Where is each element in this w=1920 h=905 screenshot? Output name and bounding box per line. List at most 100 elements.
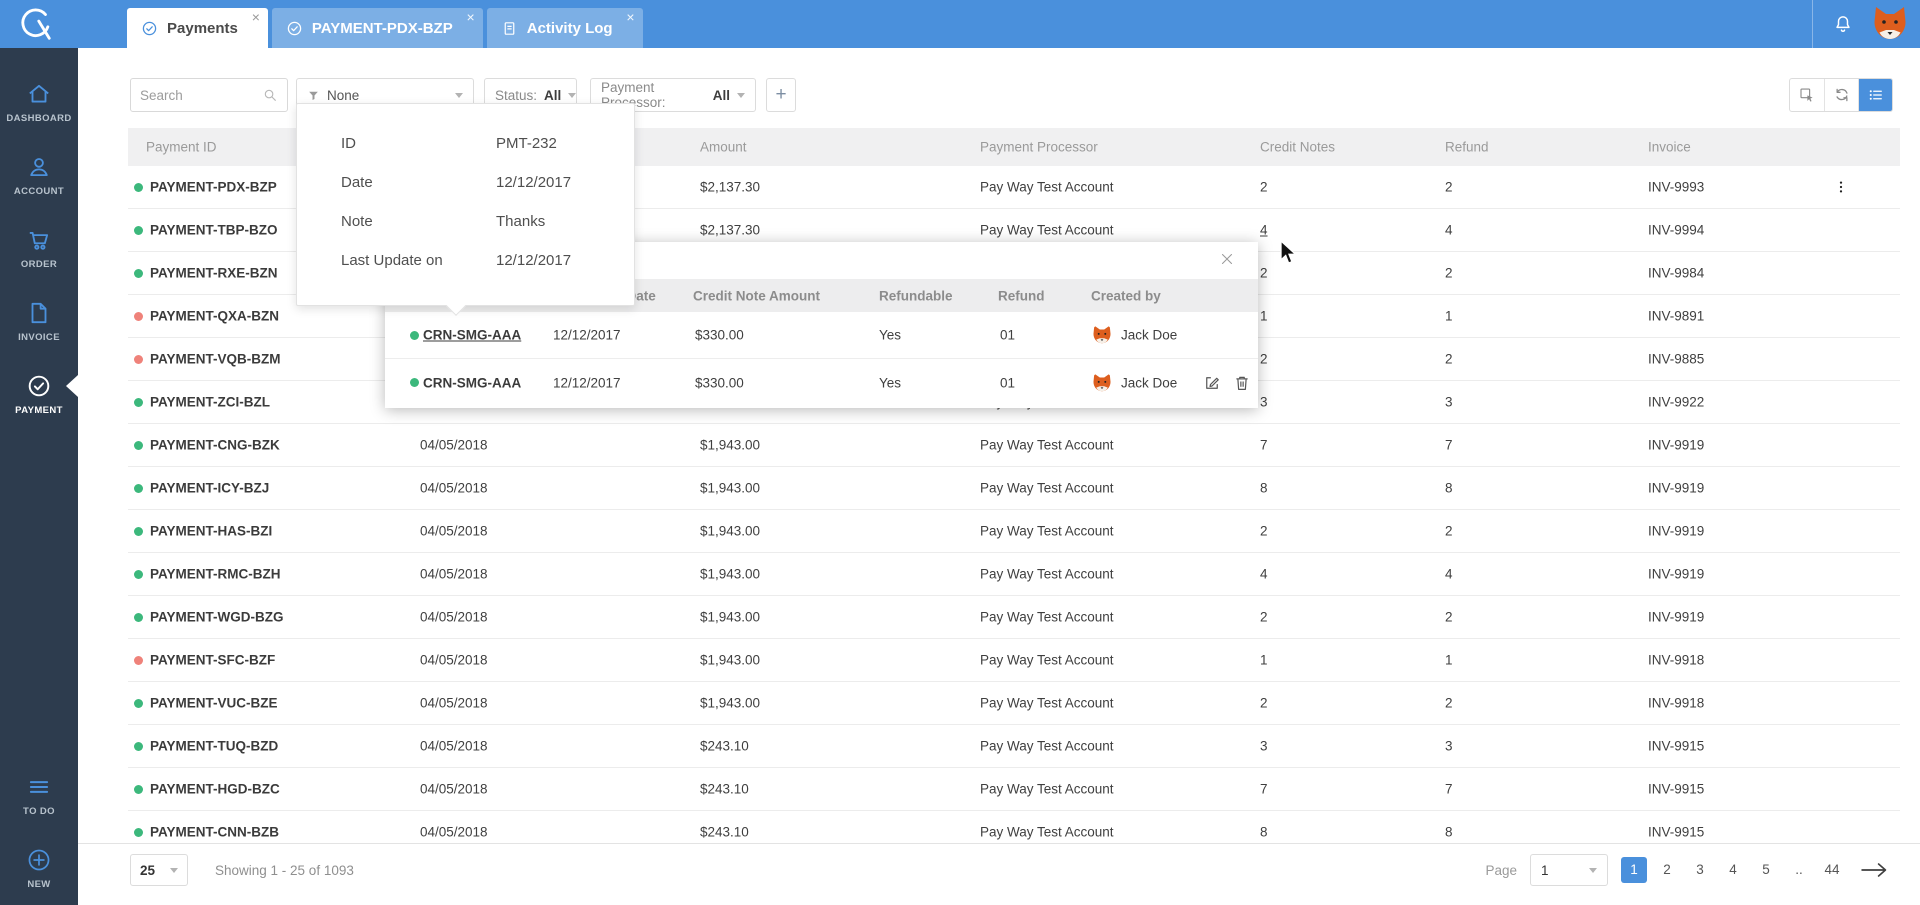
credit-notes-count[interactable]: 2 (1260, 610, 1268, 625)
page-select[interactable]: 1 (1530, 854, 1608, 886)
close-icon[interactable] (1218, 250, 1236, 268)
sidebar-item-dashboard[interactable]: DASHBOARD (0, 66, 78, 139)
invoice-link[interactable]: INV-9984 (1648, 266, 1704, 281)
invoice-link[interactable]: INV-9919 (1648, 610, 1704, 625)
tab-payments[interactable]: Payments × (127, 8, 268, 48)
page-button-3[interactable]: 3 (1687, 857, 1713, 883)
credit-note-row[interactable]: CRN-SMG-AAA 12/12/2017 $330.00 Yes 01 Jack Do… (385, 312, 1258, 359)
table-row[interactable]: PAYMENT-HAS-BZI 04/05/2018 $1,943.00 Pay Wa… (128, 510, 1900, 553)
column-header-payment-processor[interactable]: Payment Processor (980, 140, 1098, 155)
credit-notes-count[interactable]: 3 (1260, 395, 1268, 410)
page-button-5[interactable]: 5 (1753, 857, 1779, 883)
sidebar-nav: DASHBOARD ACCOUNT ORDER INVOICE PAYMENT (0, 66, 78, 431)
table-row[interactable]: PAYMENT-WGD-BZG 04/05/2018 $1,943.00 Pay Wa… (128, 596, 1900, 639)
invoice-link[interactable]: INV-9919 (1648, 481, 1704, 496)
page-size-value: 25 (140, 862, 156, 878)
invoice-link[interactable]: INV-9919 (1648, 567, 1704, 582)
search-input[interactable] (140, 87, 262, 103)
payment-id: PAYMENT-ZCI-BZL (150, 394, 270, 410)
sidebar-item-payment[interactable]: PAYMENT (0, 358, 78, 431)
invoice-link[interactable]: INV-9919 (1648, 438, 1704, 453)
table-row[interactable]: PAYMENT-RMC-BZH 04/05/2018 $1,943.00 Pay Wa… (128, 553, 1900, 596)
credit-notes-count[interactable]: 7 (1260, 782, 1268, 797)
column-header-payment-id[interactable]: Payment ID (146, 140, 217, 155)
trash-icon[interactable] (1233, 374, 1251, 392)
refresh-view-button[interactable] (1824, 79, 1858, 111)
select-cursor-view-button[interactable] (1790, 79, 1824, 111)
detail-value: Thanks (496, 213, 546, 230)
user-avatar[interactable] (1870, 4, 1910, 44)
column-header-invoice[interactable]: Invoice (1648, 140, 1691, 155)
page-button-2[interactable]: 2 (1654, 857, 1680, 883)
page-size-select[interactable]: 25 (130, 854, 188, 886)
invoice-link[interactable]: INV-9915 (1648, 782, 1704, 797)
row-kebab-menu-icon[interactable] (1833, 179, 1849, 195)
sidebar-item-invoice[interactable]: INVOICE (0, 285, 78, 358)
page-button-4[interactable]: 4 (1720, 857, 1746, 883)
credit-notes-count[interactable]: 1 (1260, 309, 1268, 324)
invoice-link[interactable]: INV-9891 (1648, 309, 1704, 324)
table-row[interactable]: PAYMENT-HGD-BZC 04/05/2018 $243.10 Pay Way … (128, 768, 1900, 811)
app-logo-icon[interactable] (16, 5, 54, 43)
invoice-link[interactable]: INV-9918 (1648, 696, 1704, 711)
payment-id: PAYMENT-RXE-BZN (150, 265, 278, 281)
next-page-arrow-icon[interactable] (1858, 859, 1890, 881)
check-circle-icon (141, 20, 158, 37)
credit-notes-count[interactable]: 2 (1260, 266, 1268, 281)
invoice-link[interactable]: INV-9915 (1648, 739, 1704, 754)
close-icon[interactable]: × (467, 9, 475, 25)
table-row[interactable]: PAYMENT-SFC-BZF 04/05/2018 $1,943.00 Pay Wa… (128, 639, 1900, 682)
list-view-button[interactable] (1858, 79, 1892, 111)
notifications-bell-icon[interactable] (1832, 13, 1854, 35)
credit-notes-count[interactable]: 3 (1260, 739, 1268, 754)
select-cursor-icon (1798, 86, 1816, 104)
page-button-1[interactable]: 1 (1621, 857, 1647, 883)
table-row[interactable]: PAYMENT-CNN-BZB 04/05/2018 $243.10 Pay Way … (128, 811, 1900, 844)
sidebar-item-order[interactable]: ORDER (0, 212, 78, 285)
credit-notes-count[interactable]: 2 (1260, 180, 1268, 195)
credit-note-id[interactable]: CRN-SMG-AAA (423, 328, 521, 343)
payment-processor: Pay Way Test Account (980, 609, 1114, 625)
credit-notes-count[interactable]: 4 (1260, 223, 1268, 238)
sidebar-item-to-do[interactable]: TO DO (0, 759, 78, 832)
invoice-link[interactable]: INV-9919 (1648, 524, 1704, 539)
status-dot (134, 354, 143, 364)
credit-notes-count[interactable]: 8 (1260, 825, 1268, 840)
add-filter-button[interactable]: + (766, 78, 796, 112)
sidebar-item-new[interactable]: NEW (0, 832, 78, 905)
status-dot (134, 569, 143, 579)
close-icon[interactable]: × (626, 9, 634, 25)
table-row[interactable]: PAYMENT-VUC-BZE 04/05/2018 $1,943.00 Pay Wa… (128, 682, 1900, 725)
column-header-amount[interactable]: Amount (700, 140, 747, 155)
credit-notes-count[interactable]: 2 (1260, 352, 1268, 367)
popup-column-header: Credit Note Amount (693, 288, 820, 303)
credit-notes-count[interactable]: 2 (1260, 696, 1268, 711)
invoice-link[interactable]: INV-9915 (1648, 825, 1704, 840)
credit-notes-count[interactable]: 7 (1260, 438, 1268, 453)
tab-activity-log[interactable]: Activity Log × (486, 8, 643, 48)
page-button-dots[interactable]: .. (1786, 857, 1812, 883)
invoice-link[interactable]: INV-9918 (1648, 653, 1704, 668)
sidebar-item-account[interactable]: ACCOUNT (0, 139, 78, 212)
edit-icon[interactable] (1203, 374, 1221, 392)
invoice-link[interactable]: INV-9993 (1648, 180, 1704, 195)
credit-notes-count[interactable]: 4 (1260, 567, 1268, 582)
credit-note-row[interactable]: CRN-SMG-AAA 12/12/2017 $330.00 Yes 01 Jack Do… (385, 359, 1258, 406)
credit-notes-count[interactable]: 2 (1260, 524, 1268, 539)
credit-notes-count[interactable]: 1 (1260, 653, 1268, 668)
invoice-link[interactable]: INV-9885 (1648, 352, 1704, 367)
refund-count: 7 (1445, 781, 1453, 797)
invoice-link[interactable]: INV-9994 (1648, 223, 1704, 238)
close-icon[interactable]: × (252, 9, 260, 25)
credit-notes-count[interactable]: 8 (1260, 481, 1268, 496)
tab-payment-pdx-bzp[interactable]: PAYMENT-PDX-BZP × (271, 8, 483, 48)
table-row[interactable]: PAYMENT-ICY-BZJ 04/05/2018 $1,943.00 Pay Wa… (128, 467, 1900, 510)
table-row[interactable]: PAYMENT-TUQ-BZD 04/05/2018 $243.10 Pay Way … (128, 725, 1900, 768)
credit-note-id[interactable]: CRN-SMG-AAA (423, 375, 521, 390)
column-header-refund[interactable]: Refund (1445, 140, 1489, 155)
table-row[interactable]: PAYMENT-CNG-BZK 04/05/2018 $1,943.00 Pay Wa… (128, 424, 1900, 467)
column-header-credit-notes[interactable]: Credit Notes (1260, 140, 1335, 155)
status-dot (134, 483, 143, 493)
page-button-44[interactable]: 44 (1819, 857, 1845, 883)
invoice-link[interactable]: INV-9922 (1648, 395, 1704, 410)
